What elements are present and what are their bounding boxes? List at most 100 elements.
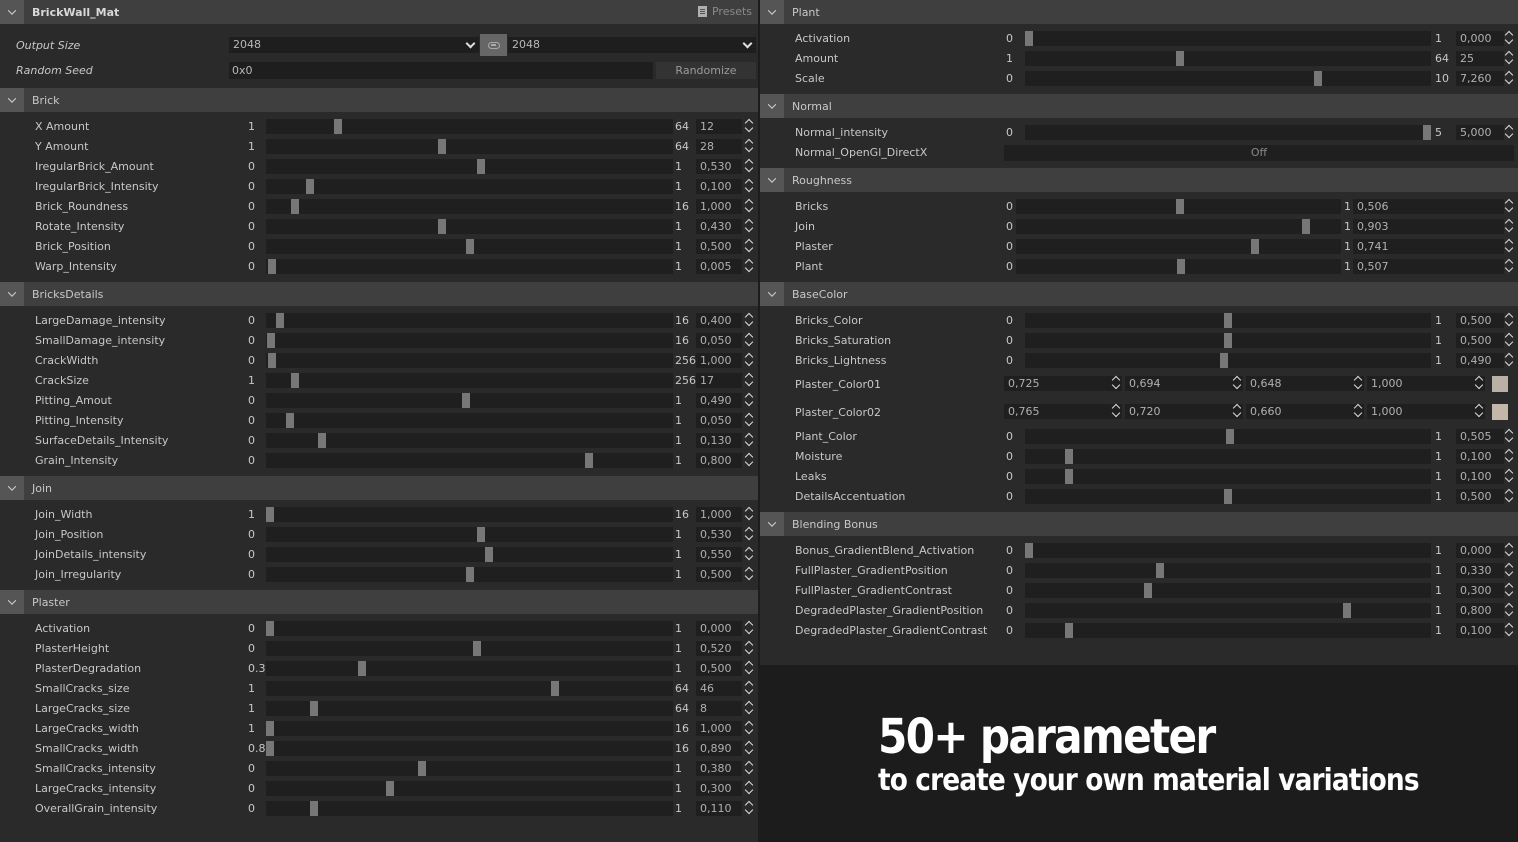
spinner-arrows-icon[interactable] [1504,542,1514,558]
spinner-arrows-icon[interactable] [744,392,754,408]
spinner-arrows-icon[interactable] [744,178,754,194]
color-channel-b[interactable]: 0,648 [1246,376,1364,391]
spinner-arrows-icon[interactable] [744,680,754,696]
slider-thumb[interactable] [1220,353,1229,368]
param-value-field[interactable]: 0,100 [1456,623,1504,638]
param-value-field[interactable]: 12 [696,119,742,134]
param-value-field[interactable]: 0,300 [696,781,742,796]
spinner-arrows-icon[interactable] [744,700,754,716]
spinner-arrows-icon[interactable] [744,138,754,154]
spinner-arrows-icon[interactable] [1232,403,1242,419]
param-value-field[interactable]: 0,130 [696,433,742,448]
param-value-field[interactable]: 0,500 [1456,313,1504,328]
slider-thumb[interactable] [267,353,276,368]
color-swatch[interactable] [1492,376,1508,392]
param-slider[interactable] [1025,489,1431,504]
param-slider[interactable] [266,159,673,174]
color-swatch[interactable] [1492,404,1508,420]
spinner-arrows-icon[interactable] [744,158,754,174]
spinner-arrows-icon[interactable] [744,720,754,736]
slider-thumb[interactable] [1224,333,1232,348]
slider-thumb[interactable] [437,219,446,234]
link-size-button[interactable] [480,34,507,56]
param-slider[interactable] [266,333,673,348]
param-slider[interactable] [266,119,673,134]
param-value-field[interactable]: 17 [696,373,742,388]
slider-thumb[interactable] [1302,219,1311,234]
param-value-field[interactable]: 0,507 [1353,259,1504,274]
param-value-field[interactable]: 0,500 [1456,333,1504,348]
param-value-field[interactable]: 0,500 [696,661,742,676]
spinner-arrows-icon[interactable] [744,640,754,656]
param-slider[interactable] [266,199,673,214]
param-slider[interactable] [266,507,673,522]
material-header[interactable]: BrickWall_Mat Presets [0,0,758,24]
param-slider[interactable] [1025,563,1431,578]
spinner-arrows-icon[interactable] [1232,375,1242,391]
spinner-arrows-icon[interactable] [1474,403,1484,419]
spinner-arrows-icon[interactable] [744,800,754,816]
slider-thumb[interactable] [465,239,474,254]
slider-thumb[interactable] [1176,259,1185,274]
param-value-field[interactable]: 0,530 [696,159,742,174]
slider-thumb[interactable] [417,761,426,776]
slider-thumb[interactable] [477,159,486,174]
param-slider[interactable] [266,239,673,254]
slider-thumb[interactable] [267,259,276,274]
param-value-field[interactable]: 25 [1456,51,1504,66]
param-value-field[interactable]: 8 [696,701,742,716]
spinner-arrows-icon[interactable] [744,332,754,348]
param-slider[interactable] [1025,603,1431,618]
spinner-arrows-icon[interactable] [1504,332,1514,348]
spinner-arrows-icon[interactable] [1504,238,1514,254]
param-slider[interactable] [266,453,673,468]
param-value-field[interactable]: 0,505 [1456,429,1504,444]
slider-thumb[interactable] [1176,51,1185,66]
spinner-arrows-icon[interactable] [1504,30,1514,46]
param-slider[interactable] [1025,469,1431,484]
slider-thumb[interactable] [1064,469,1073,484]
param-value-field[interactable]: 0,890 [696,741,742,756]
param-value-field[interactable]: 0,100 [696,179,742,194]
param-slider[interactable] [1025,125,1431,140]
spinner-arrows-icon[interactable] [744,660,754,676]
slider-thumb[interactable] [461,393,470,408]
slider-thumb[interactable] [437,139,446,154]
spinner-arrows-icon[interactable] [744,412,754,428]
param-slider[interactable] [1025,543,1431,558]
spinner-arrows-icon[interactable] [744,566,754,582]
collapse-toggle[interactable] [760,0,784,24]
section-header-plant[interactable]: Plant [760,0,1518,24]
slider-thumb[interactable] [1250,239,1259,254]
slider-thumb[interactable] [266,721,274,736]
param-value-field[interactable]: 0,000 [696,621,742,636]
slider-thumb[interactable] [290,199,299,214]
opengl-directx-toggle[interactable]: Off [1004,145,1514,161]
color-channel-g[interactable]: 0,720 [1125,404,1243,419]
spinner-arrows-icon[interactable] [744,620,754,636]
param-slider[interactable] [266,179,673,194]
spinner-arrows-icon[interactable] [1474,375,1484,391]
param-slider[interactable] [266,353,673,368]
slider-thumb[interactable] [333,119,342,134]
param-slider[interactable] [266,313,673,328]
param-slider[interactable] [266,567,673,582]
slider-thumb[interactable] [1423,125,1431,140]
param-slider[interactable] [266,661,673,676]
param-value-field[interactable]: 0,430 [696,219,742,234]
param-slider[interactable] [266,259,673,274]
param-slider[interactable] [266,433,673,448]
param-value-field[interactable]: 0,100 [1456,469,1504,484]
slider-thumb[interactable] [485,547,494,562]
slider-thumb[interactable] [285,413,294,428]
param-slider[interactable] [1025,429,1431,444]
param-value-field[interactable]: 1,000 [696,507,742,522]
param-slider[interactable] [1025,583,1431,598]
section-header-plaster[interactable]: Plaster [0,590,758,614]
slider-thumb[interactable] [585,453,594,468]
param-value-field[interactable]: 0,110 [696,801,742,816]
slider-thumb[interactable] [1313,71,1322,86]
param-value-field[interactable]: 0,000 [1456,31,1504,46]
section-header-blending-bonus[interactable]: Blending Bonus [760,512,1518,536]
param-slider[interactable] [266,393,673,408]
